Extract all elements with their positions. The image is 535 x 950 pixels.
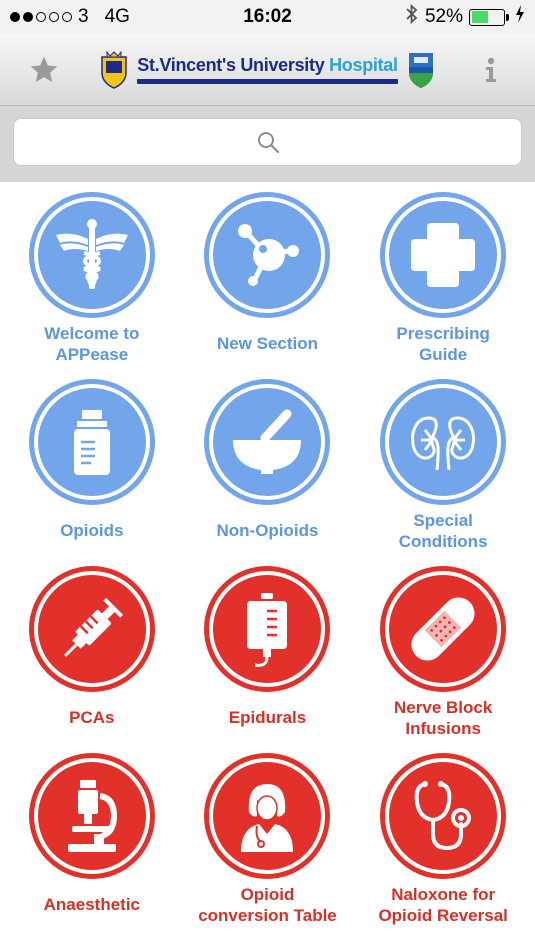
tile-label: Prescribing Guide bbox=[396, 323, 490, 364]
tile-label: Special Conditions bbox=[398, 510, 488, 551]
hospital-name-accent: Hospital bbox=[329, 55, 398, 75]
tile-prescribing-guide[interactable]: Prescribing Guide bbox=[355, 192, 531, 369]
stethoscope-icon bbox=[414, 781, 472, 851]
tile-label: Anaesthetic bbox=[43, 895, 141, 914]
tile-icon-circle bbox=[28, 753, 155, 879]
hospital-logo: St.Vincent's University Hospital bbox=[99, 50, 435, 89]
tile-pcas[interactable]: PCAs bbox=[4, 566, 180, 743]
tile-epidurals[interactable]: Epidurals bbox=[180, 566, 356, 743]
tile-naloxone-opioid-reversal[interactable]: Naloxone for Opioid Reversal bbox=[355, 753, 531, 930]
tile-label: PCAs bbox=[69, 708, 115, 727]
iv-bag-icon bbox=[247, 593, 288, 667]
tile-label: Naloxone for Opioid Reversal bbox=[378, 884, 508, 925]
tile-label: Non-Opioids bbox=[216, 521, 319, 540]
battery-icon bbox=[469, 8, 509, 26]
tile-label: Nerve Block Infusions bbox=[394, 697, 493, 738]
microscope-icon bbox=[67, 780, 117, 852]
tile-special-conditions[interactable]: Special Conditions bbox=[355, 379, 531, 556]
tile-label: Welcome to APPease bbox=[44, 323, 140, 364]
status-right: 52% bbox=[405, 3, 525, 30]
molecule-icon bbox=[238, 224, 300, 286]
hospital-name: St.Vincent's University Hospital bbox=[137, 55, 398, 84]
signal-strength-icon bbox=[10, 12, 72, 22]
tile-icon-circle bbox=[204, 753, 331, 879]
info-icon bbox=[486, 57, 496, 82]
ucd-crest-icon bbox=[408, 52, 433, 88]
search-input[interactable] bbox=[13, 118, 522, 166]
tile-icon-circle bbox=[380, 566, 507, 692]
charging-icon bbox=[515, 5, 525, 29]
nav-bar: St.Vincent's University Hospital bbox=[0, 34, 535, 106]
syringe-icon bbox=[63, 597, 123, 657]
info-button[interactable] bbox=[473, 52, 509, 88]
battery-level bbox=[471, 11, 488, 23]
tile-welcome[interactable]: Welcome to APPease bbox=[4, 192, 180, 369]
doctor-icon bbox=[241, 784, 294, 852]
tile-icon-circle bbox=[28, 379, 155, 505]
tile-icon-circle bbox=[204, 379, 331, 505]
search-icon bbox=[257, 132, 279, 154]
hospital-crest-icon bbox=[101, 50, 128, 89]
battery-percent: 52% bbox=[424, 6, 463, 27]
tile-icon-circle bbox=[204, 566, 331, 692]
mortar-pestle-icon bbox=[233, 409, 302, 474]
carrier-name: 3 bbox=[78, 6, 89, 27]
hospital-name-main: St.Vincent's University bbox=[137, 55, 330, 75]
network-type: 4G bbox=[104, 6, 130, 27]
tile-opioid-conversion-table[interactable]: Opioid conversion Table bbox=[180, 753, 356, 930]
tile-icon-circle bbox=[380, 379, 507, 505]
tile-new-section[interactable]: New Section bbox=[180, 192, 356, 369]
tile-label: Epidurals bbox=[228, 708, 307, 727]
search-bar bbox=[0, 106, 535, 182]
tile-icon-circle bbox=[204, 192, 331, 318]
bluetooth-icon bbox=[405, 3, 419, 30]
tile-anaesthetic[interactable]: Anaesthetic bbox=[4, 753, 180, 930]
tile-icon-circle bbox=[380, 192, 507, 318]
kidneys-icon bbox=[411, 416, 476, 471]
status-bar: 3 4G 16:02 52% bbox=[0, 0, 535, 34]
caduceus-icon bbox=[55, 219, 128, 289]
bandage-icon bbox=[411, 597, 475, 661]
tile-label: New Section bbox=[216, 334, 319, 353]
pill-bottle-icon bbox=[73, 410, 110, 475]
tile-non-opioids[interactable]: Non-Opioids bbox=[180, 379, 356, 556]
tile-icon-circle bbox=[380, 753, 507, 879]
tile-label: Opioids bbox=[60, 521, 124, 540]
status-left: 3 4G bbox=[10, 6, 130, 28]
tile-opioids[interactable]: Opioids bbox=[4, 379, 180, 556]
tile-icon-circle bbox=[28, 192, 155, 318]
medical-cross-icon bbox=[411, 223, 476, 287]
tile-nerve-block-infusions[interactable]: Nerve Block Infusions bbox=[355, 566, 531, 743]
favourites-button[interactable] bbox=[26, 52, 62, 88]
logo-underline bbox=[137, 79, 398, 84]
tile-label: Opioid conversion Table bbox=[198, 884, 337, 925]
tile-icon-circle bbox=[28, 566, 155, 692]
section-grid: Welcome to APPease New Section Prescribi… bbox=[0, 182, 535, 930]
star-icon bbox=[30, 56, 58, 82]
